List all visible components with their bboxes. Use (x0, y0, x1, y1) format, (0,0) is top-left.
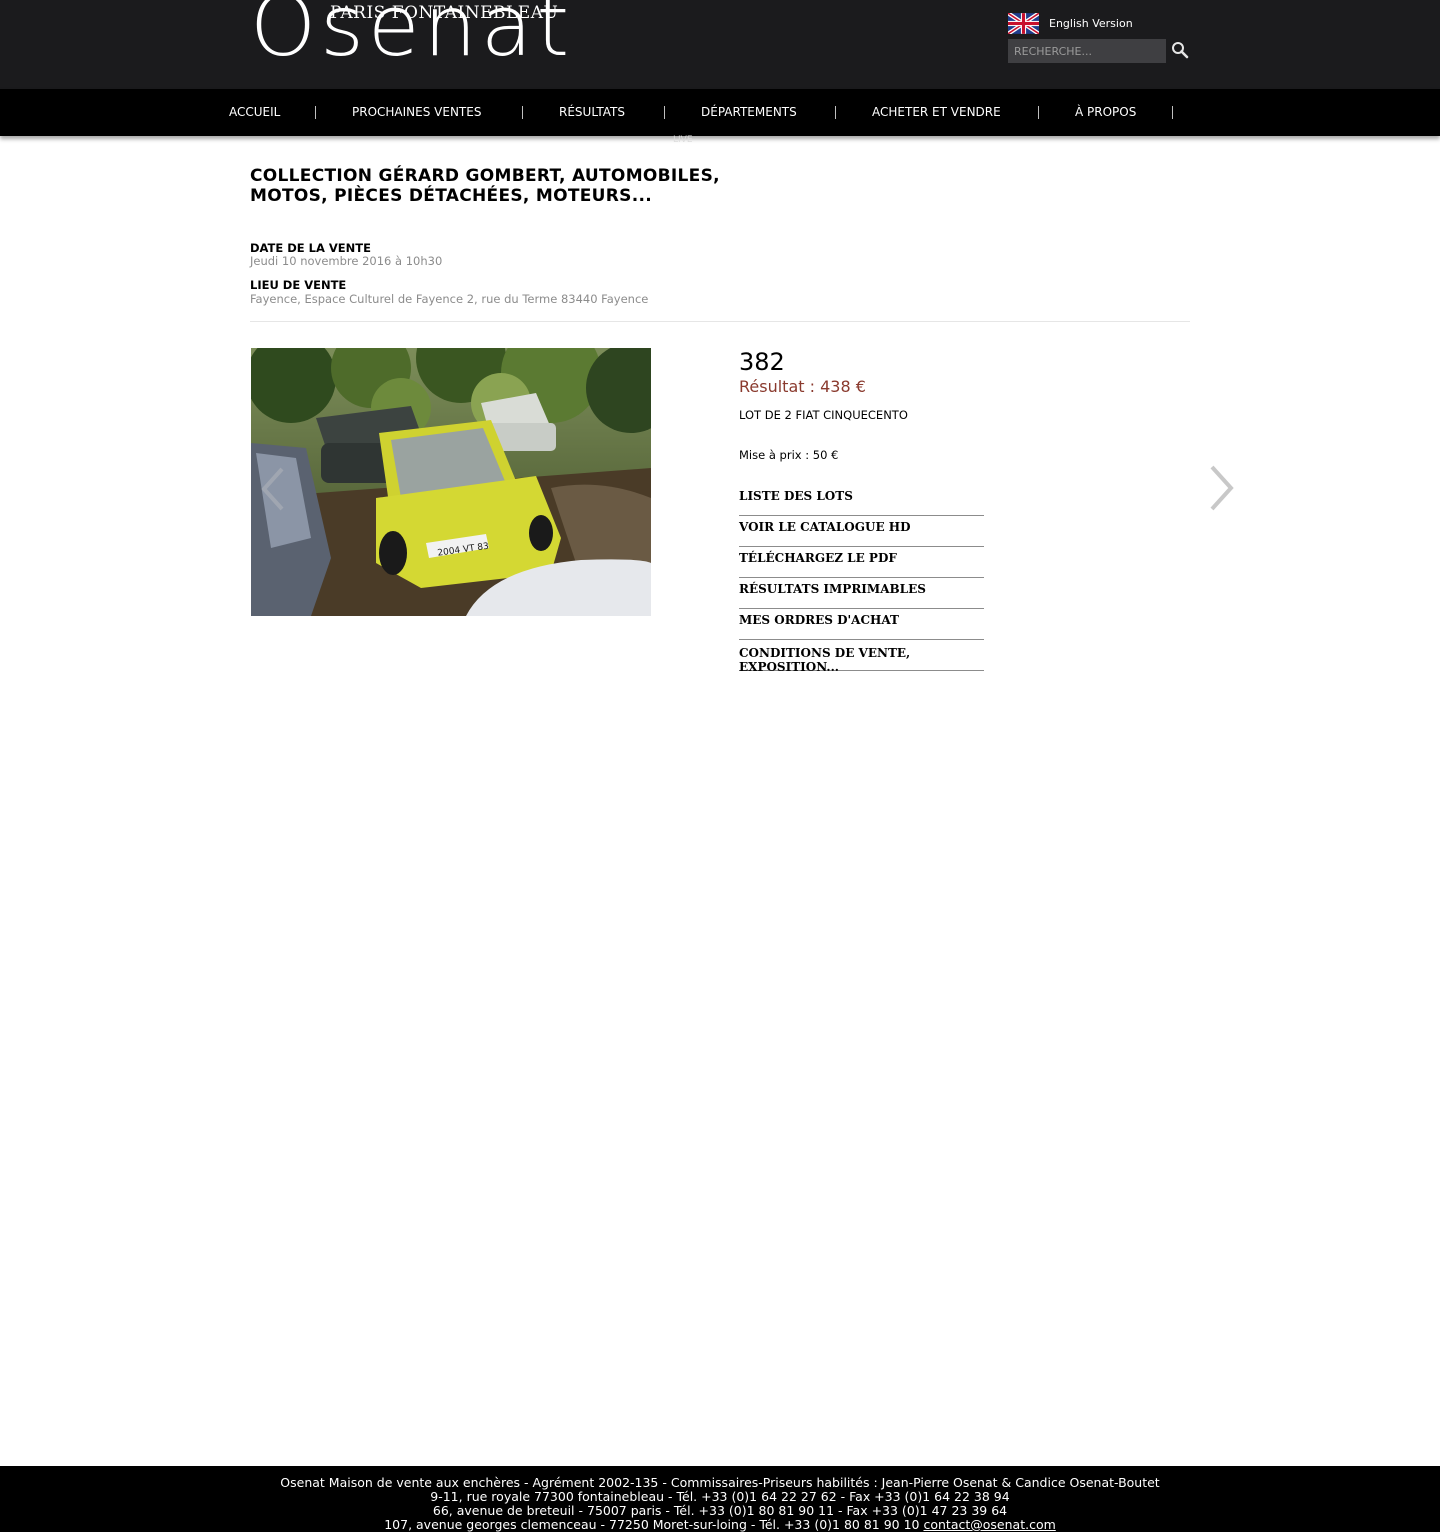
search-box (1008, 39, 1190, 63)
sale-date-label: DATE DE LA VENTE (250, 241, 371, 255)
footer-line-1: Osenat Maison de vente aux enchères - Ag… (280, 1475, 1160, 1490)
footer-line-2: 9-11, rue royale 77300 fontainebleau - T… (430, 1489, 1010, 1504)
nav-separator (522, 106, 523, 119)
search-input[interactable] (1008, 39, 1166, 63)
nav-accueil[interactable]: ACCUEIL (229, 89, 280, 136)
link-catalogue-hd[interactable]: VOIR LE CATALOGUE HD (739, 516, 984, 547)
lot-photo-illustration: 2004 VT 83 (251, 348, 651, 616)
english-version-link[interactable]: English Version (1049, 17, 1133, 30)
site-footer: Osenat Maison de vente aux enchères - Ag… (0, 1466, 1440, 1532)
main-nav: ACCUEIL PROCHAINES VENTES RÉSULTATS DÉPA… (0, 89, 1440, 136)
nav-separator (835, 106, 836, 119)
lot-description: LOT DE 2 FIAT CINQUECENTO (739, 408, 908, 422)
nav-acheter-et-vendre[interactable]: ACHETER ET VENDRE (872, 89, 1001, 136)
lot-result: Résultat : 438 € (739, 377, 866, 396)
link-conditions-vente[interactable]: CONDITIONS DE VENTE, EXPOSITION... (739, 640, 984, 674)
nav-separator (664, 106, 665, 119)
nav-resultats[interactable]: RÉSULTATS (559, 89, 625, 136)
nav-separator (1038, 106, 1039, 119)
nav-separator (1172, 106, 1173, 119)
logo-wordmark: Osenat (250, 0, 574, 75)
nav-separator (315, 106, 316, 119)
lot-number: 382 (739, 348, 785, 376)
link-liste-des-lots[interactable]: LISTE DES LOTS (739, 485, 984, 516)
lot-photo[interactable]: 2004 VT 83 (251, 348, 651, 616)
uk-flag-icon (1008, 12, 1039, 34)
nav-prochaines-ventes[interactable]: PROCHAINES VENTES (352, 89, 481, 136)
nav-a-propos[interactable]: À PROPOS (1075, 89, 1136, 136)
sale-place-value: Fayence, Espace Culturel de Fayence 2, r… (250, 292, 649, 306)
footer-line-4: 107, avenue georges clemenceau - 77250 M… (0, 1518, 1440, 1532)
search-icon (1172, 42, 1189, 59)
sale-date-value: Jeudi 10 novembre 2016 à 10h30 (250, 254, 443, 268)
chevron-left-icon[interactable] (258, 466, 288, 512)
link-resultats-imprimables[interactable]: RÉSULTATS IMPRIMABLES (739, 578, 984, 609)
footer-line-3: 66, avenue de breteuil - 75007 paris - T… (432, 1503, 1008, 1518)
sale-place-label: LIEU DE VENTE (250, 278, 347, 292)
search-button[interactable] (1170, 41, 1190, 61)
lot-starting-price: Mise à prix : 50 € (739, 448, 839, 462)
language-switch[interactable]: English Version (1008, 12, 1133, 34)
footer-email-link[interactable]: contact@osenat.com (923, 1517, 1055, 1532)
footer-address-moret: 107, avenue georges clemenceau - 77250 M… (384, 1517, 920, 1532)
site-header: PARIS FONTAINEBLEAU Osenat English Versi… (0, 0, 1440, 89)
link-ordres-achat[interactable]: MES ORDRES D'ACHAT (739, 609, 984, 640)
sale-title: COLLECTION GÉRARD GOMBERT, AUTOMOBILES, … (250, 166, 720, 206)
nav-live-label[interactable]: LIVE (673, 135, 693, 145)
lot-links: LISTE DES LOTS VOIR LE CATALOGUE HD TÉLÉ… (739, 485, 984, 674)
nav-departements[interactable]: DÉPARTEMENTS (701, 89, 797, 136)
divider (250, 321, 1190, 322)
osenat-logo[interactable]: PARIS FONTAINEBLEAU Osenat (250, 0, 590, 72)
chevron-right-icon[interactable] (1207, 464, 1237, 512)
link-telecharger-pdf[interactable]: TÉLÉCHARGEZ LE PDF (739, 547, 984, 578)
